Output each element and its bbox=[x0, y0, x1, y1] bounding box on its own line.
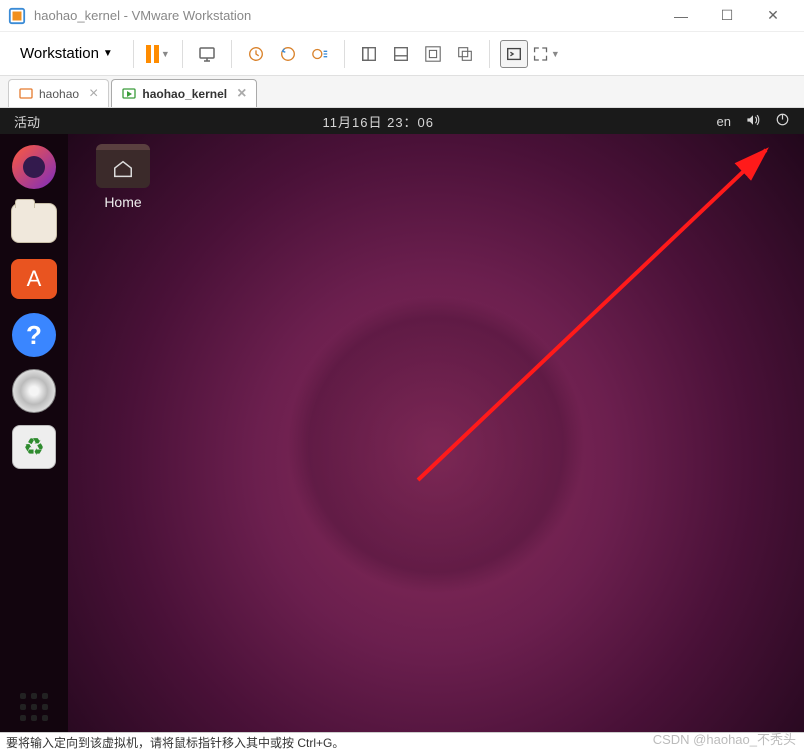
dock-firefox[interactable] bbox=[9, 142, 59, 192]
toolbar-separator bbox=[231, 40, 232, 68]
pause-vm-button[interactable]: ▼ bbox=[144, 40, 172, 68]
ubuntu-desktop: A ? ♻ Home bbox=[0, 134, 804, 732]
main-toolbar: Workstation ▼ ▼ ▼ bbox=[0, 32, 804, 76]
vm-console[interactable]: 活动 11月16日 23：06 en A ? ♻ Home bbox=[0, 108, 804, 732]
maximize-button[interactable]: ☐ bbox=[704, 0, 750, 32]
caret-down-icon: ▼ bbox=[103, 48, 113, 59]
toolbar-separator bbox=[344, 40, 345, 68]
tab-haohao-kernel[interactable]: haohao_kernel × bbox=[111, 79, 257, 107]
snapshot-button[interactable] bbox=[242, 40, 270, 68]
recycle-icon: ♻ bbox=[12, 425, 56, 469]
home-folder-desktop-icon[interactable]: Home bbox=[96, 144, 150, 210]
fullscreen-icon bbox=[532, 45, 549, 63]
toolbar-separator bbox=[133, 40, 134, 68]
input-language-indicator[interactable]: en bbox=[717, 114, 731, 129]
vmware-app-icon bbox=[8, 7, 26, 25]
layout-single-icon bbox=[360, 45, 378, 63]
tab-haohao[interactable]: haohao × bbox=[8, 79, 109, 107]
status-hint: 要将输入定向到该虚拟机，请将鼠标指针移入其中或按 Ctrl+G。 bbox=[6, 734, 344, 751]
fit-guest-icon bbox=[424, 45, 442, 63]
close-icon[interactable]: × bbox=[237, 85, 246, 103]
dock-help[interactable]: ? bbox=[9, 310, 59, 360]
firefox-icon bbox=[12, 145, 56, 189]
minimize-button[interactable]: — bbox=[658, 0, 704, 32]
window-title: haohao_kernel - VMware Workstation bbox=[34, 8, 658, 23]
power-icon[interactable] bbox=[775, 112, 790, 130]
desktop-wallpaper[interactable]: Home bbox=[68, 134, 804, 732]
home-folder-icon bbox=[96, 144, 150, 188]
revert-snapshot-button[interactable] bbox=[274, 40, 302, 68]
tab-label: haohao_kernel bbox=[142, 87, 227, 101]
pause-icon bbox=[146, 45, 159, 63]
terminal-icon bbox=[505, 45, 523, 63]
layout-split-icon bbox=[392, 45, 410, 63]
toolbar-separator bbox=[489, 40, 490, 68]
dock-show-apps[interactable] bbox=[9, 682, 59, 732]
watermark-text: CSDN @haohao_不秃头 bbox=[653, 729, 796, 748]
clock-icon bbox=[247, 45, 265, 63]
unity-mode-button[interactable] bbox=[451, 40, 479, 68]
console-view-button[interactable] bbox=[500, 40, 528, 68]
dock-disc[interactable] bbox=[9, 366, 59, 416]
activities-button[interactable]: 活动 bbox=[14, 112, 40, 131]
caret-down-icon: ▼ bbox=[161, 49, 170, 59]
dock-trash[interactable]: ♻ bbox=[9, 422, 59, 472]
folder-icon bbox=[11, 203, 57, 243]
close-button[interactable]: ✕ bbox=[750, 0, 796, 32]
send-ctrl-alt-del-button[interactable] bbox=[193, 40, 221, 68]
overlap-windows-icon bbox=[456, 45, 474, 63]
ubuntu-dock: A ? ♻ bbox=[0, 134, 68, 732]
system-tray[interactable]: en bbox=[717, 112, 790, 131]
annotation-arrow bbox=[388, 130, 804, 510]
view-single-button[interactable] bbox=[355, 40, 383, 68]
clock-area[interactable]: 11月16日 23：06 bbox=[40, 112, 717, 131]
workstation-menu[interactable]: Workstation ▼ bbox=[10, 39, 123, 68]
monitor-icon bbox=[197, 44, 217, 64]
ubuntu-top-bar: 活动 11月16日 23：06 en bbox=[0, 108, 804, 134]
dock-software[interactable]: A bbox=[9, 254, 59, 304]
volume-icon[interactable] bbox=[745, 112, 761, 131]
clock-list-icon bbox=[311, 45, 329, 63]
disc-icon bbox=[12, 369, 56, 413]
vm-tab-icon bbox=[19, 87, 33, 101]
question-icon: ? bbox=[12, 313, 56, 357]
dock-files[interactable] bbox=[9, 198, 59, 248]
vm-running-tab-icon bbox=[122, 87, 136, 101]
shopping-bag-icon: A bbox=[11, 259, 57, 299]
snapshot-manager-button[interactable] bbox=[306, 40, 334, 68]
window-titlebar: haohao_kernel - VMware Workstation — ☐ ✕ bbox=[0, 0, 804, 32]
tab-label: haohao bbox=[39, 87, 79, 101]
clock-back-icon bbox=[279, 45, 297, 63]
stretch-guest-button[interactable] bbox=[419, 40, 447, 68]
close-icon[interactable]: × bbox=[89, 85, 98, 103]
caret-down-icon: ▼ bbox=[551, 49, 560, 59]
grid-icon bbox=[12, 685, 56, 729]
vm-tabs: haohao × haohao_kernel × bbox=[0, 76, 804, 108]
fullscreen-button[interactable]: ▼ bbox=[532, 40, 560, 68]
workstation-menu-label: Workstation bbox=[20, 45, 99, 62]
home-folder-label: Home bbox=[96, 194, 150, 210]
toolbar-separator bbox=[182, 40, 183, 68]
view-thumbnail-button[interactable] bbox=[387, 40, 415, 68]
